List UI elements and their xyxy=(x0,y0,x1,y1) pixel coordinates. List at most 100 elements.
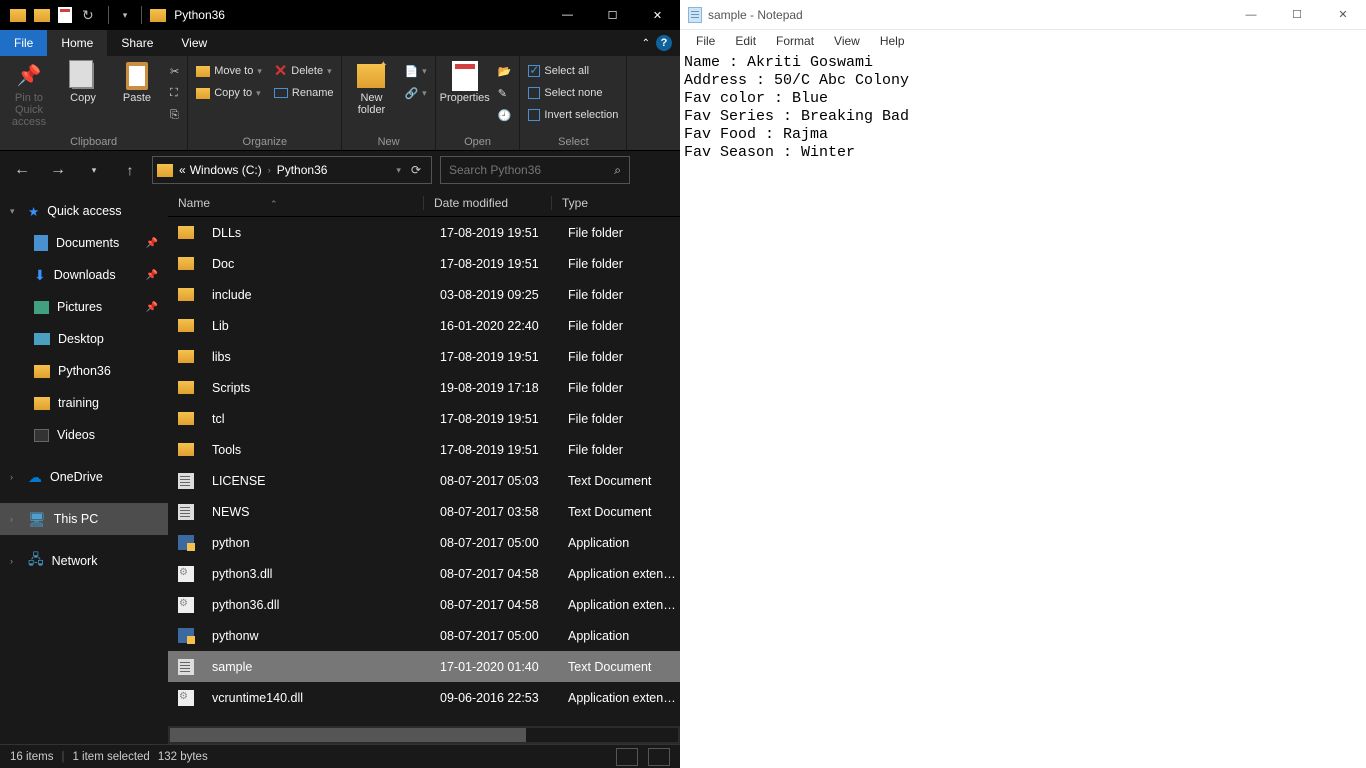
address-dropdown-icon[interactable]: ▾ xyxy=(392,165,405,176)
copy-path-button[interactable]: ⛶ xyxy=(166,82,183,104)
nav-python36[interactable]: Python36 xyxy=(0,355,168,387)
invert-selection-button[interactable]: Invert selection xyxy=(524,104,622,126)
tab-view[interactable]: View xyxy=(167,30,221,56)
maximize-button[interactable]: ☐ xyxy=(590,0,635,30)
qat-folder-icon[interactable] xyxy=(10,9,26,22)
details-view-button[interactable] xyxy=(616,748,638,766)
paste-button[interactable]: Paste xyxy=(112,58,162,104)
breadcrumb-prefix[interactable]: « xyxy=(177,163,188,177)
chevron-right-icon[interactable]: › xyxy=(264,165,275,175)
easy-access-button[interactable]: 🔗▾ xyxy=(400,82,430,104)
file-row[interactable]: python08-07-2017 05:00Application xyxy=(168,527,680,558)
file-row[interactable]: python3.dll08-07-2017 04:58Application e… xyxy=(168,558,680,589)
back-button[interactable]: ← xyxy=(8,161,36,179)
notepad-titlebar[interactable]: sample - Notepad — ☐ ✕ xyxy=(680,0,1366,30)
file-row[interactable]: python36.dll08-07-2017 04:58Application … xyxy=(168,589,680,620)
menu-view[interactable]: View xyxy=(824,32,870,50)
nav-downloads[interactable]: ⬇Downloads📌 xyxy=(0,259,168,291)
file-row[interactable]: NEWS08-07-2017 03:58Text Document xyxy=(168,496,680,527)
maximize-button[interactable]: ☐ xyxy=(1274,0,1320,30)
menu-edit[interactable]: Edit xyxy=(725,32,766,50)
qat-folder-icon-2[interactable] xyxy=(34,9,50,22)
menu-file[interactable]: File xyxy=(686,32,725,50)
file-row[interactable]: LICENSE08-07-2017 05:03Text Document xyxy=(168,465,680,496)
nav-desktop[interactable]: Desktop xyxy=(0,323,168,355)
collapse-ribbon-icon[interactable]: ⌃ xyxy=(642,38,650,49)
rename-button[interactable]: Rename xyxy=(270,82,338,104)
copy-to-button[interactable]: Copy to ▾ xyxy=(192,82,266,104)
nav-documents[interactable]: Documents📌 xyxy=(0,227,168,259)
qat-dropdown-icon[interactable]: ▾ xyxy=(123,10,128,21)
copy-button[interactable]: Copy xyxy=(58,58,108,104)
nav-pictures[interactable]: Pictures📌 xyxy=(0,291,168,323)
col-type[interactable]: Type xyxy=(552,196,666,210)
qat-properties-icon[interactable] xyxy=(58,7,72,23)
open-button[interactable]: 📂 xyxy=(494,60,516,82)
nav-onedrive[interactable]: ›☁OneDrive xyxy=(0,461,168,493)
paste-shortcut-button[interactable]: ⎘ xyxy=(166,104,183,126)
recent-dropdown[interactable]: ▾ xyxy=(80,165,108,176)
file-row[interactable]: DLLs17-08-2019 19:51File folder xyxy=(168,217,680,248)
file-row[interactable]: libs17-08-2019 19:51File folder xyxy=(168,341,680,372)
new-folder-button[interactable]: New folder xyxy=(346,58,396,116)
history-button[interactable]: 🕘 xyxy=(494,104,516,126)
horizontal-scrollbar[interactable] xyxy=(168,726,680,744)
col-date-modified[interactable]: Date modified xyxy=(424,196,552,210)
search-input[interactable] xyxy=(449,163,614,177)
address-bar[interactable]: « Windows (C:) › Python36 ▾ ⟳ xyxy=(152,156,432,184)
close-button[interactable]: ✕ xyxy=(635,0,680,30)
pin-quick-access-button[interactable]: 📌Pin to Quick access xyxy=(4,58,54,128)
file-row[interactable]: Doc17-08-2019 19:51File folder xyxy=(168,248,680,279)
menu-help[interactable]: Help xyxy=(870,32,915,50)
file-row[interactable]: Scripts19-08-2019 17:18File folder xyxy=(168,372,680,403)
nav-training[interactable]: training xyxy=(0,387,168,419)
file-list[interactable]: DLLs17-08-2019 19:51File folderDoc17-08-… xyxy=(168,217,680,726)
breadcrumb-folder[interactable]: Python36 xyxy=(275,163,330,177)
file-row[interactable]: vcruntime140.dll09-06-2016 22:53Applicat… xyxy=(168,682,680,713)
help-icon[interactable]: ? xyxy=(656,35,672,51)
file-row[interactable]: tcl17-08-2019 19:51File folder xyxy=(168,403,680,434)
select-all-button[interactable]: Select all xyxy=(524,60,622,82)
close-button[interactable]: ✕ xyxy=(1320,0,1366,30)
nav-quick-access[interactable]: ▾★Quick access xyxy=(0,195,168,227)
scissors-icon: ✂ xyxy=(170,65,179,78)
search-box[interactable]: ⌕ xyxy=(440,156,630,184)
nav-network[interactable]: ›🖧Network xyxy=(0,545,168,577)
file-row[interactable]: sample17-01-2020 01:40Text Document xyxy=(168,651,680,682)
file-row[interactable]: Lib16-01-2020 22:40File folder xyxy=(168,310,680,341)
nav-this-pc[interactable]: ›🖥This PC xyxy=(0,503,168,535)
move-to-button[interactable]: Move to ▾ xyxy=(192,60,266,82)
delete-button[interactable]: ✕Delete ▾ xyxy=(270,60,338,82)
minimize-button[interactable]: — xyxy=(545,0,590,30)
file-row[interactable]: include03-08-2019 09:25File folder xyxy=(168,279,680,310)
chevron-down-icon[interactable]: ▾ xyxy=(10,206,20,217)
chevron-right-icon[interactable]: › xyxy=(10,472,20,482)
select-none-button[interactable]: Select none xyxy=(524,82,622,104)
cut-button[interactable]: ✂ xyxy=(166,60,183,82)
refresh-button[interactable]: ⟳ xyxy=(405,163,427,177)
navigation-pane[interactable]: ▾★Quick access Documents📌 ⬇Downloads📌 Pi… xyxy=(0,189,168,744)
minimize-button[interactable]: — xyxy=(1228,0,1274,30)
col-name[interactable]: Name⌃ xyxy=(168,196,424,210)
notepad-text-area[interactable]: Name : Akriti Goswami Address : 50/C Abc… xyxy=(680,52,1366,768)
qat-undo-icon[interactable]: ↻ xyxy=(82,7,94,24)
file-name: LICENSE xyxy=(202,474,430,488)
tab-home[interactable]: Home xyxy=(47,30,107,56)
tab-file[interactable]: File xyxy=(0,30,47,56)
chevron-right-icon[interactable]: › xyxy=(10,556,20,566)
icons-view-button[interactable] xyxy=(648,748,670,766)
file-row[interactable]: Tools17-08-2019 19:51File folder xyxy=(168,434,680,465)
titlebar[interactable]: ↻ ▾ Python36 — ☐ ✕ xyxy=(0,0,680,30)
menu-format[interactable]: Format xyxy=(766,32,824,50)
chevron-right-icon[interactable]: › xyxy=(10,514,20,524)
file-row[interactable]: pythonw08-07-2017 05:00Application xyxy=(168,620,680,651)
edit-button[interactable]: ✎ xyxy=(494,82,516,104)
up-button[interactable]: ↑ xyxy=(116,162,144,178)
search-icon[interactable]: ⌕ xyxy=(614,163,621,178)
breadcrumb-root[interactable]: Windows (C:) xyxy=(188,163,264,177)
new-item-button[interactable]: 📄▾ xyxy=(400,60,430,82)
forward-button[interactable]: → xyxy=(44,161,72,179)
properties-button[interactable]: Properties xyxy=(440,58,490,104)
nav-videos[interactable]: Videos xyxy=(0,419,168,451)
tab-share[interactable]: Share xyxy=(107,30,167,56)
